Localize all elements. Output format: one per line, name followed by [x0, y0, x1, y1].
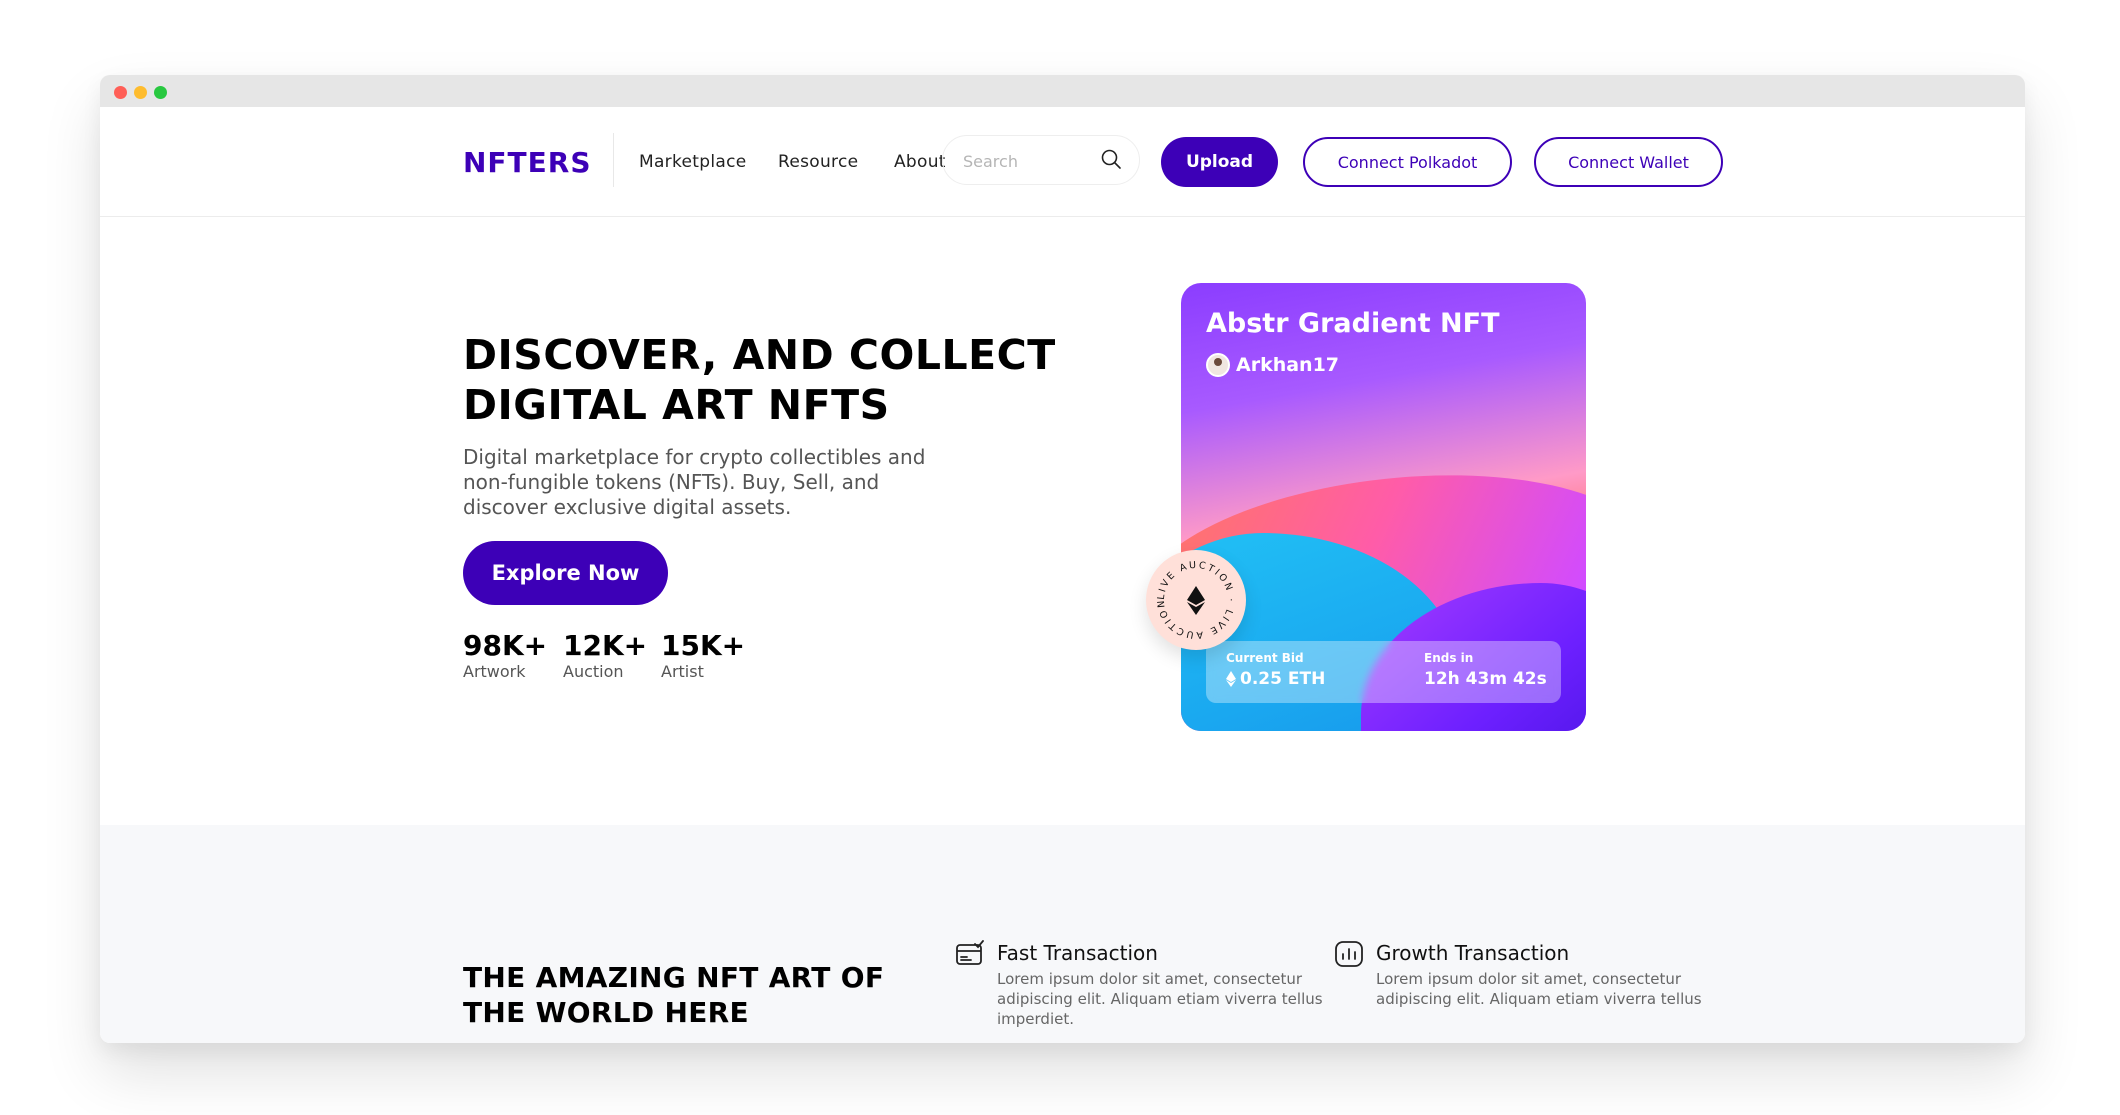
- hero-title: DISCOVER, AND COLLECT DIGITAL ART NFTS: [463, 330, 1083, 430]
- stat-auction: 12K+ Auction: [563, 630, 647, 682]
- current-bid-amount: 0.25 ETH: [1240, 669, 1326, 689]
- nft-card-author-name: Arkhan17: [1236, 354, 1340, 376]
- live-auction-badge-graphic: LIVE AUCTION · LIVE AUCTION ·: [1146, 550, 1234, 640]
- current-bid-label: Current Bid: [1226, 651, 1304, 665]
- current-bid-value: 0.25 ETH: [1226, 669, 1325, 689]
- ethereum-icon: [1187, 586, 1205, 615]
- explore-now-button[interactable]: Explore Now: [463, 541, 668, 605]
- stat-value: 15K+: [661, 629, 746, 662]
- site-logo[interactable]: NFTERS: [463, 146, 592, 179]
- stat-value: 12K+: [563, 629, 648, 662]
- search-input[interactable]: [963, 149, 1103, 173]
- nav-link-resource[interactable]: Resource: [778, 152, 858, 172]
- bar-chart-icon: [1335, 941, 1363, 967]
- stat-value: 98K+: [463, 629, 548, 662]
- maximize-window-icon[interactable]: [154, 86, 167, 99]
- close-window-icon[interactable]: [114, 86, 127, 99]
- card-check-icon: [956, 940, 984, 965]
- feature-growth-transaction: Growth Transaction Lorem ipsum dolor sit…: [1335, 940, 1716, 1009]
- connect-wallet-button[interactable]: Connect Wallet: [1534, 137, 1723, 187]
- feature-title: Growth Transaction: [1376, 941, 1570, 965]
- connect-polkadot-button[interactable]: Connect Polkadot: [1303, 137, 1512, 187]
- bid-info-box: Current Bid 0.25 ETH Ends in 12h 43m 42s: [1206, 641, 1561, 703]
- nft-card-title: Abstr Gradient NFT: [1206, 308, 1500, 339]
- nav-divider: [613, 133, 614, 187]
- ethereum-icon: [1226, 671, 1236, 687]
- window-titlebar: [100, 75, 2025, 107]
- nft-card[interactable]: Abstr Gradient NFT Arkhan17 Current Bid …: [1181, 283, 1586, 731]
- minimize-window-icon[interactable]: [134, 86, 147, 99]
- search-icon[interactable]: [1099, 147, 1123, 171]
- features-section: THE AMAZING NFT ART OF THE WORLD HERE Fa…: [100, 825, 2025, 1043]
- stat-artist: 15K+ Artist: [661, 630, 745, 682]
- hero-title-line-1: DISCOVER, AND COLLECT: [463, 331, 1056, 379]
- features-section-title: THE AMAZING NFT ART OF THE WORLD HERE: [463, 961, 885, 1029]
- ends-in-label: Ends in: [1424, 651, 1474, 665]
- avatar: [1206, 353, 1230, 377]
- stat-artwork: 98K+ Artwork: [463, 630, 547, 682]
- feature-title: Fast Transaction: [997, 941, 1158, 965]
- feature-description: Lorem ipsum dolor sit amet, consectetur …: [1376, 970, 1702, 1008]
- feature-fast-transaction: Fast Transaction Lorem ipsum dolor sit a…: [956, 940, 1337, 1029]
- live-auction-badge: LIVE AUCTION · LIVE AUCTION ·: [1146, 550, 1246, 650]
- ends-in-value: 12h 43m 42s: [1424, 669, 1547, 689]
- search-box: [942, 135, 1140, 185]
- stat-label: Artwork: [463, 662, 526, 681]
- stat-label: Auction: [563, 662, 624, 681]
- top-navbar: NFTERS Marketplace Resource About Upload…: [100, 107, 2025, 217]
- upload-button[interactable]: Upload: [1161, 137, 1278, 187]
- hero-title-line-2: DIGITAL ART NFTS: [463, 381, 890, 429]
- nav-link-marketplace[interactable]: Marketplace: [639, 152, 746, 172]
- nft-card-author[interactable]: Arkhan17: [1206, 353, 1339, 377]
- browser-window: NFTERS Marketplace Resource About Upload…: [100, 75, 2025, 1043]
- hero-description: Digital marketplace for crypto collectib…: [463, 445, 926, 519]
- stat-label: Artist: [661, 662, 704, 681]
- feature-description: Lorem ipsum dolor sit amet, consectetur …: [997, 970, 1323, 1028]
- nav-link-about[interactable]: About: [894, 152, 946, 172]
